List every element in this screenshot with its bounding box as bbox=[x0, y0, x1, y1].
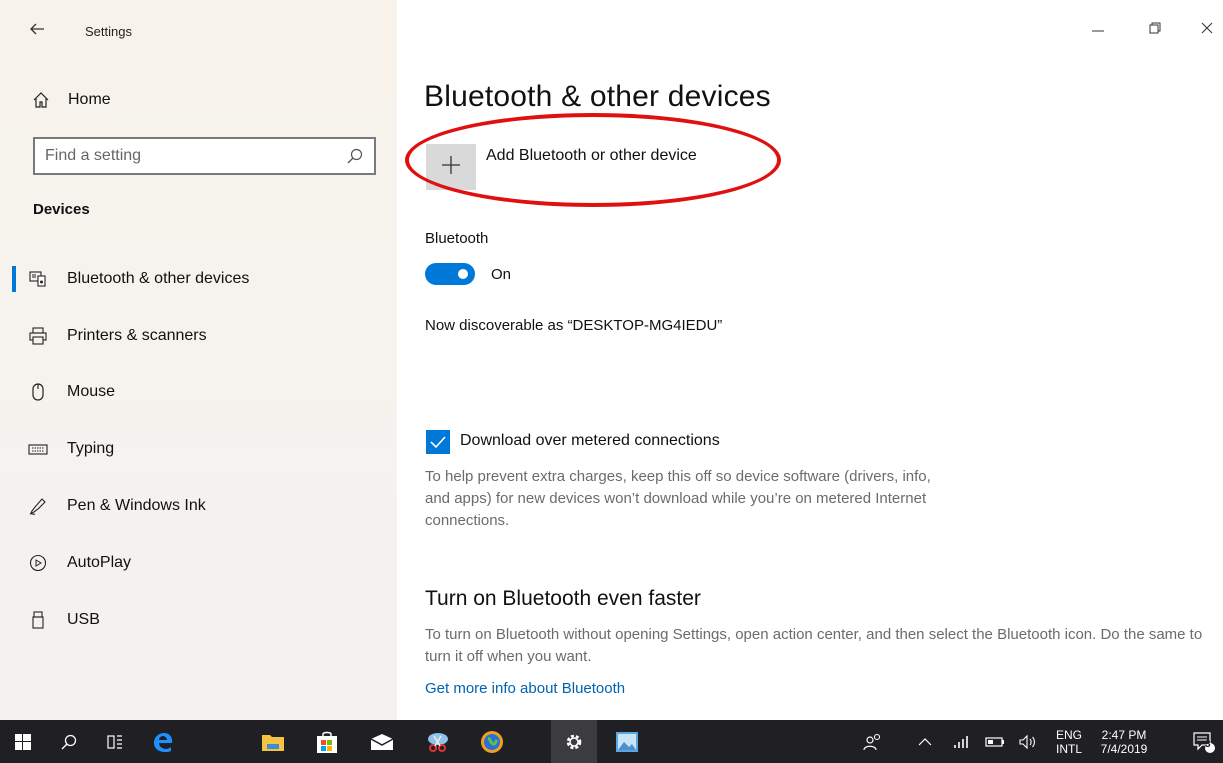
sidebar-item-label: AutoPlay bbox=[67, 554, 132, 571]
globe-icon bbox=[481, 730, 503, 753]
edge-icon bbox=[154, 732, 173, 752]
home-icon bbox=[33, 92, 49, 108]
battery-button[interactable] bbox=[980, 720, 1010, 763]
taskbar-search-button[interactable] bbox=[46, 720, 92, 763]
restore-button[interactable] bbox=[1145, 20, 1165, 40]
taskbar-app-settings[interactable] bbox=[551, 720, 597, 763]
minimize-icon bbox=[1092, 30, 1104, 32]
sidebar-item-mouse[interactable]: Mouse bbox=[0, 373, 397, 411]
more-info-link[interactable]: Get more info about Bluetooth bbox=[425, 680, 625, 697]
pen-icon bbox=[29, 498, 46, 515]
people-button[interactable] bbox=[855, 720, 891, 763]
mouse-icon bbox=[32, 383, 44, 401]
plus-icon bbox=[442, 156, 460, 174]
close-icon bbox=[1201, 22, 1213, 34]
taskbar: ENG INTL 2:47 PM 7/4/2019 3 bbox=[0, 720, 1223, 763]
back-arrow-icon bbox=[30, 23, 44, 35]
sidebar-item-label: Printers & scanners bbox=[67, 327, 207, 344]
language-code: ENG bbox=[1055, 727, 1082, 742]
clock-date: 7/4/2019 bbox=[1100, 741, 1148, 756]
battery-icon bbox=[985, 736, 1004, 747]
back-button[interactable] bbox=[28, 20, 52, 44]
bluetooth-devices-icon bbox=[29, 271, 46, 287]
task-view-icon bbox=[107, 734, 122, 749]
windows-logo-icon bbox=[15, 733, 31, 750]
add-device-label[interactable]: Add Bluetooth or other device bbox=[486, 147, 697, 165]
home-label: Home bbox=[68, 91, 111, 108]
app-title: Settings bbox=[85, 24, 132, 39]
autoplay-icon bbox=[29, 554, 47, 572]
section-heading: Turn on Bluetooth even faster bbox=[425, 587, 701, 610]
store-icon bbox=[317, 731, 337, 753]
sidebar-item-label: Pen & Windows Ink bbox=[67, 497, 206, 514]
scissors-icon bbox=[428, 732, 448, 752]
keyboard-icon bbox=[28, 444, 48, 455]
sidebar-item-label: Mouse bbox=[67, 383, 116, 400]
speaker-icon bbox=[1019, 734, 1035, 749]
printer-icon bbox=[29, 327, 47, 345]
sidebar-item-pen[interactable]: Pen & Windows Ink bbox=[0, 487, 397, 525]
taskbar-app-browser[interactable] bbox=[469, 720, 515, 763]
bluetooth-toggle[interactable] bbox=[425, 263, 475, 285]
gear-icon bbox=[566, 734, 582, 749]
chevron-up-icon bbox=[918, 737, 932, 745]
sidebar: Settings Home Devices Bluetooth & other … bbox=[0, 0, 397, 720]
taskbar-app-snipping-tool[interactable] bbox=[415, 720, 461, 763]
notification-icon bbox=[1193, 731, 1215, 753]
add-device-button[interactable] bbox=[426, 144, 476, 190]
taskbar-app-mail[interactable] bbox=[359, 720, 405, 763]
window-controls bbox=[1073, 0, 1223, 62]
metered-checkbox[interactable] bbox=[426, 430, 450, 454]
section-title: Devices bbox=[33, 201, 90, 218]
discoverable-text: Now discoverable as “DESKTOP-MG4IEDU” bbox=[425, 317, 723, 334]
active-indicator bbox=[12, 266, 16, 292]
task-view-button[interactable] bbox=[92, 720, 138, 763]
metered-label[interactable]: Download over metered connections bbox=[460, 432, 720, 450]
search-box[interactable] bbox=[33, 137, 376, 175]
section-description: To turn on Bluetooth without opening Set… bbox=[425, 626, 1203, 665]
taskbar-app-edge[interactable] bbox=[140, 720, 186, 763]
sidebar-item-bluetooth[interactable]: Bluetooth & other devices bbox=[0, 260, 397, 298]
start-button[interactable] bbox=[0, 720, 46, 763]
sidebar-item-typing[interactable]: Typing bbox=[0, 430, 397, 468]
people-icon bbox=[863, 733, 881, 750]
taskbar-app-paint[interactable] bbox=[604, 720, 650, 763]
bluetooth-label: Bluetooth bbox=[425, 230, 489, 247]
taskbar-app-store[interactable] bbox=[304, 720, 350, 763]
mail-icon bbox=[370, 733, 394, 750]
sidebar-item-usb[interactable]: USB bbox=[0, 601, 397, 639]
toggle-knob bbox=[458, 269, 468, 279]
keyboard-layout: INTL bbox=[1055, 741, 1082, 756]
action-center-button[interactable]: 3 bbox=[1183, 720, 1223, 763]
sidebar-item-home[interactable]: Home bbox=[0, 84, 397, 116]
sidebar-item-label: USB bbox=[67, 611, 100, 628]
title-bar: Settings bbox=[0, 0, 397, 62]
folder-icon bbox=[262, 734, 284, 751]
restore-icon bbox=[1149, 22, 1161, 34]
sidebar-item-printers[interactable]: Printers & scanners bbox=[0, 317, 397, 355]
language-indicator[interactable]: ENG INTL bbox=[1052, 720, 1086, 763]
show-hidden-icons-button[interactable] bbox=[910, 720, 940, 763]
taskbar-app-file-explorer[interactable] bbox=[250, 720, 296, 763]
network-icon bbox=[954, 735, 968, 748]
checkmark-icon bbox=[430, 436, 446, 449]
close-button[interactable] bbox=[1197, 20, 1217, 40]
sidebar-item-autoplay[interactable]: AutoPlay bbox=[0, 544, 397, 582]
sidebar-item-label: Typing bbox=[67, 440, 115, 457]
volume-button[interactable] bbox=[1013, 720, 1043, 763]
clock[interactable]: 2:47 PM 7/4/2019 bbox=[1086, 720, 1162, 763]
network-button[interactable] bbox=[945, 720, 975, 763]
minimize-button[interactable] bbox=[1088, 20, 1108, 40]
metered-description: To help prevent extra charges, keep this… bbox=[425, 468, 931, 529]
page-title: Bluetooth & other devices bbox=[424, 80, 771, 113]
search-input[interactable] bbox=[45, 145, 335, 167]
sidebar-item-label: Bluetooth & other devices bbox=[67, 270, 250, 287]
notification-count: 3 bbox=[1205, 739, 1211, 750]
search-icon bbox=[61, 734, 77, 749]
usb-icon bbox=[32, 611, 44, 629]
picture-icon bbox=[616, 731, 638, 752]
clock-time: 2:47 PM bbox=[1101, 727, 1147, 742]
search-icon[interactable] bbox=[346, 147, 364, 165]
bluetooth-state: On bbox=[491, 266, 512, 283]
